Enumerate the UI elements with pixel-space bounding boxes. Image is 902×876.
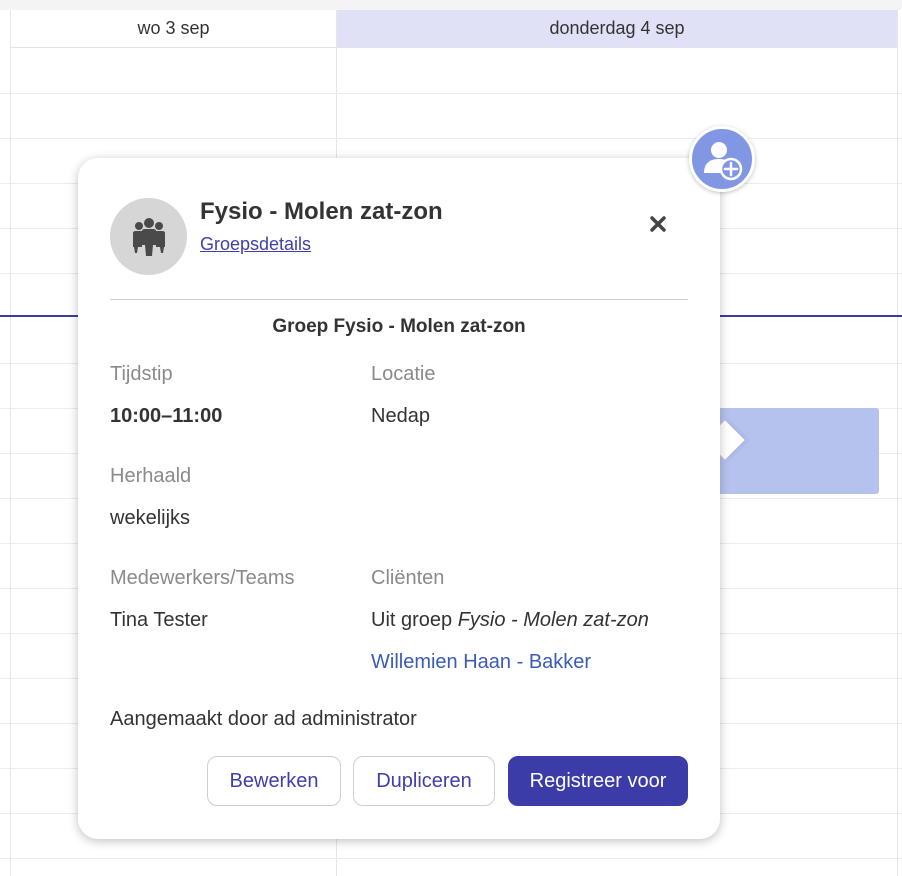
clients-group-name: Fysio - Molen zat-zon [457, 609, 649, 631]
repeat-label: Herhaald [110, 465, 192, 487]
location-label: Locatie [371, 363, 436, 385]
grid-line [0, 138, 902, 139]
staff-value: Tina Tester [110, 609, 208, 631]
time-label: Tijdstip [110, 363, 173, 385]
grid-line [0, 93, 902, 94]
close-icon [650, 216, 666, 232]
add-person-button[interactable] [689, 126, 755, 192]
created-by-text: Aangemaakt door ad administrator [110, 708, 417, 730]
clients-label: Cliënten [371, 567, 445, 589]
staff-label: Medewerkers/Teams [110, 567, 295, 589]
add-person-icon [704, 142, 743, 181]
clients-group-line: Uit groep Fysio - Molen zat-zon [371, 609, 649, 632]
group-subtitle: Groep Fysio - Molen zat-zon [272, 316, 526, 337]
close-button[interactable] [644, 210, 672, 238]
popover-title: Fysio - Molen zat-zon [200, 198, 443, 225]
repeat-value: wekelijks [110, 507, 191, 529]
grid-line [897, 10, 898, 876]
event-details-popover: Fysio - Molen zat-zon Groepsdetails Groe… [78, 158, 720, 839]
group-details-link[interactable]: Groepsdetails [200, 234, 311, 255]
register-button[interactable]: Registreer voor [508, 756, 688, 806]
time-value: 10:00–11:00 [110, 405, 223, 427]
grid-line [10, 10, 11, 876]
popover-arrow-join [698, 418, 720, 462]
client-link[interactable]: Willemien Haan - Bakker [371, 651, 591, 674]
location-value: Nedap [371, 405, 430, 427]
day-header-wednesday[interactable]: wo 3 sep [10, 10, 336, 48]
edit-button[interactable]: Bewerken [207, 756, 341, 806]
group-icon [132, 217, 165, 256]
day-header-thursday[interactable]: donderdag 4 sep [337, 10, 897, 48]
duplicate-button[interactable]: Dupliceren [353, 756, 495, 806]
header-divider [110, 299, 688, 300]
grid-line [0, 858, 902, 859]
calendar-top-strip [0, 0, 902, 10]
clients-prefix: Uit groep [371, 609, 458, 631]
group-avatar [110, 198, 187, 275]
